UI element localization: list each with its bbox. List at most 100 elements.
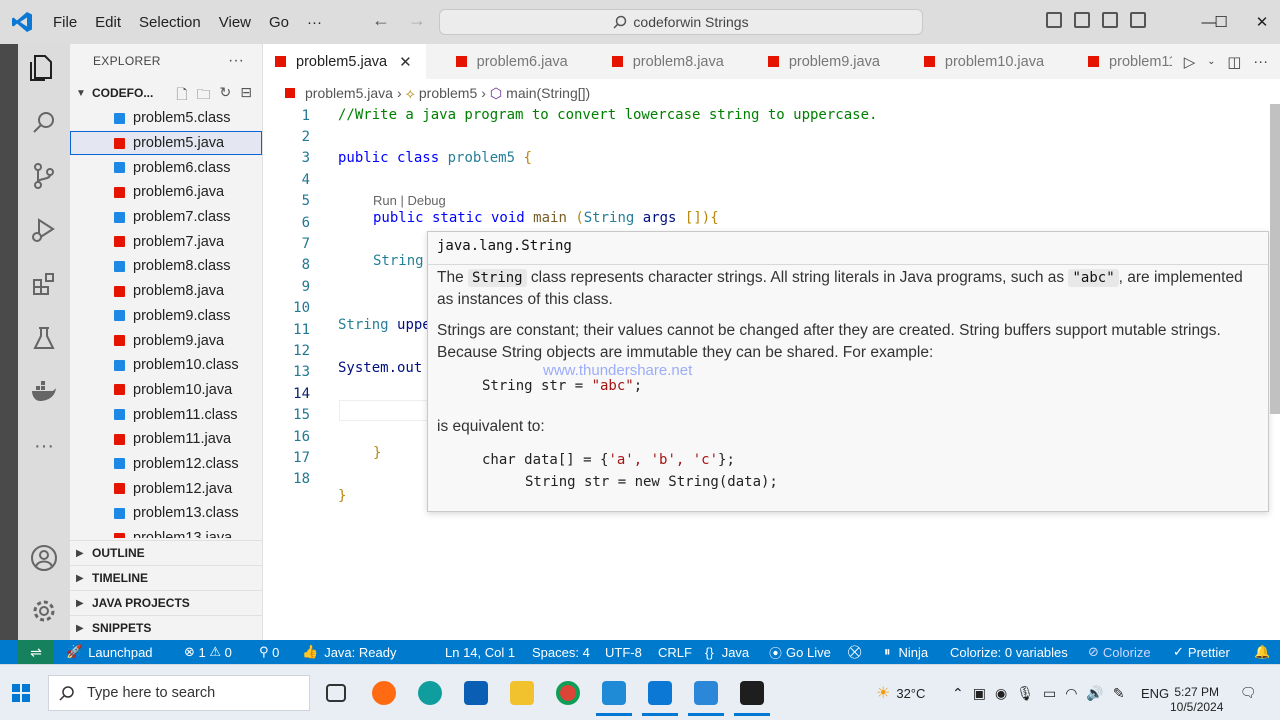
file-item[interactable]: problem11.java xyxy=(70,427,262,452)
explorer-more-icon[interactable]: ··· xyxy=(228,52,244,70)
outline-section[interactable]: ▶ OUTLINE xyxy=(70,540,262,565)
extensions-icon[interactable] xyxy=(30,270,58,298)
breadcrumb-method[interactable]: main(String[]) xyxy=(506,85,590,101)
close-tab-icon[interactable]: ✕ xyxy=(399,53,412,71)
prettier-item[interactable]: ✓ Prettier xyxy=(1173,640,1230,664)
tab-problem10-java[interactable]: problem10.java xyxy=(894,44,1058,79)
camera-icon[interactable]: ◉ xyxy=(995,685,1007,702)
file-item[interactable]: problem5.java xyxy=(70,130,262,156)
screen-recorder-icon[interactable] xyxy=(596,681,632,716)
pen-icon[interactable]: ✎ xyxy=(1113,685,1125,702)
back-arrow-icon[interactable]: ← xyxy=(372,10,390,31)
firefox-icon[interactable] xyxy=(372,681,396,705)
split-editor-icon[interactable]: ◫ xyxy=(1227,53,1241,71)
windows-start-icon[interactable] xyxy=(12,684,30,702)
microphone-icon[interactable]: 🎙 xyxy=(1016,685,1034,702)
problems-item[interactable]: ⊗ 1 ⚠ 0 xyxy=(184,640,232,664)
battery-icon[interactable]: ▭ xyxy=(1043,685,1056,702)
file-item[interactable]: problem6.java xyxy=(70,180,262,205)
menu-file[interactable]: File xyxy=(44,14,86,31)
collapse-all-icon[interactable]: ⊟ xyxy=(240,84,252,108)
toggle-secondary-sidebar-icon[interactable] xyxy=(1102,12,1118,28)
refresh-icon[interactable]: ↻ xyxy=(220,84,232,108)
paint-icon[interactable] xyxy=(688,681,724,716)
new-file-icon[interactable]: 🗋 xyxy=(176,84,187,108)
notification-center-icon[interactable]: 🗨 xyxy=(1240,665,1257,720)
file-item[interactable]: problem6.class xyxy=(70,155,262,180)
file-item[interactable]: problem8.java xyxy=(70,279,262,304)
file-explorer-icon[interactable] xyxy=(510,681,534,705)
edge-icon[interactable] xyxy=(418,681,442,705)
file-item[interactable]: problem9.java xyxy=(70,328,262,353)
clock[interactable]: 5:27 PM 10/5/2024 xyxy=(1170,685,1223,715)
menu-edit[interactable]: Edit xyxy=(86,14,130,31)
customize-layout-icon[interactable] xyxy=(1130,12,1146,28)
close-window-button[interactable]: ✕ xyxy=(1244,0,1280,44)
vertical-scrollbar[interactable] xyxy=(1270,104,1280,414)
maximize-button[interactable]: ☐ xyxy=(1198,0,1244,44)
breadcrumb-class[interactable]: problem5 xyxy=(419,85,477,101)
file-item[interactable]: problem10.class xyxy=(70,353,262,378)
menu-more[interactable]: ··· xyxy=(298,14,331,31)
remote-indicator-icon[interactable]: ⇌ xyxy=(18,640,54,664)
account-icon[interactable] xyxy=(30,544,58,572)
chevron-down-icon[interactable]: ⌄ xyxy=(1207,56,1215,67)
encoding[interactable]: UTF-8 xyxy=(605,640,642,664)
files-icon[interactable] xyxy=(28,54,56,82)
chrome-icon[interactable] xyxy=(556,681,580,705)
indentation[interactable]: Spaces: 4 xyxy=(532,640,590,664)
toggle-sidebar-icon[interactable] xyxy=(1046,12,1062,28)
tab-problem6-java[interactable]: problem6.java xyxy=(426,44,582,79)
file-item[interactable]: problem12.class xyxy=(70,452,262,477)
app-tray-icon[interactable]: ▣ xyxy=(973,685,986,702)
chevron-up-icon[interactable]: ⌃ xyxy=(952,685,964,702)
breadcrumb-file[interactable]: problem5.java xyxy=(305,85,393,101)
menu-go[interactable]: Go xyxy=(260,14,298,31)
run-debug-icon[interactable] xyxy=(30,216,58,244)
more-icon[interactable]: ··· xyxy=(30,432,58,460)
snippets-section[interactable]: ▶ SNIPPETS xyxy=(70,615,262,640)
settings-gear-icon[interactable] xyxy=(30,597,58,625)
toggle-panel-icon[interactable] xyxy=(1074,12,1090,28)
colorize-variables[interactable]: Colorize: 0 variables xyxy=(950,640,1068,664)
notifications-off-icon[interactable]: ⛒ xyxy=(848,640,861,664)
bell-icon[interactable]: 🔔 xyxy=(1254,640,1270,664)
file-item[interactable]: problem13.java xyxy=(70,526,262,538)
file-item[interactable]: problem8.class xyxy=(70,254,262,279)
colorize-item[interactable]: ⊘ Colorize xyxy=(1088,640,1151,664)
language-indicator[interactable]: ENG xyxy=(1141,665,1169,720)
file-item[interactable]: problem11.class xyxy=(70,402,262,427)
go-live-item[interactable]: ⦿ Go Live xyxy=(769,640,831,664)
java-status-item[interactable]: 👍 Java: Ready xyxy=(302,640,396,664)
vscode-taskbar-icon[interactable] xyxy=(642,681,678,716)
wifi-icon[interactable]: ◠ xyxy=(1065,685,1077,702)
volume-icon[interactable]: 🔊 xyxy=(1086,685,1103,702)
java-projects-section[interactable]: ▶ JAVA PROJECTS xyxy=(70,590,262,615)
tab-problem5-java[interactable]: problem5.java ✕ xyxy=(263,44,426,79)
file-item[interactable]: problem7.class xyxy=(70,205,262,230)
file-item[interactable]: problem7.java xyxy=(70,229,262,254)
file-item[interactable]: problem9.class xyxy=(70,304,262,329)
language-mode[interactable]: {} Java xyxy=(705,640,749,664)
ports-item[interactable]: ⚲ 0 xyxy=(259,640,279,664)
launchpad-item[interactable]: 🚀 Launchpad xyxy=(66,640,153,664)
file-item[interactable]: problem5.class xyxy=(70,106,262,131)
tab-problem8-java[interactable]: problem8.java xyxy=(582,44,738,79)
search-icon[interactable] xyxy=(30,108,58,136)
codelens-run-debug[interactable]: Run | Debug xyxy=(373,193,446,208)
terminal-icon[interactable] xyxy=(734,681,770,716)
file-item[interactable]: problem13.class xyxy=(70,501,262,526)
taskbar-search[interactable]: Type here to search xyxy=(48,675,310,711)
file-item[interactable]: problem10.java xyxy=(70,378,262,403)
menu-selection[interactable]: Selection xyxy=(130,14,210,31)
tab-problem11[interactable]: problem11 xyxy=(1058,44,1190,79)
more-actions-icon[interactable]: ··· xyxy=(1253,53,1268,70)
source-control-icon[interactable] xyxy=(30,162,58,190)
weather-widget[interactable]: ☀ 32°C xyxy=(876,665,925,720)
task-view-icon[interactable] xyxy=(326,684,346,702)
testing-icon[interactable] xyxy=(30,324,58,352)
cursor-position[interactable]: Ln 14, Col 1 xyxy=(445,640,515,664)
menu-view[interactable]: View xyxy=(210,14,260,31)
new-folder-icon[interactable]: 🗀 xyxy=(197,84,211,108)
run-icon[interactable]: ▷ xyxy=(1184,53,1196,71)
